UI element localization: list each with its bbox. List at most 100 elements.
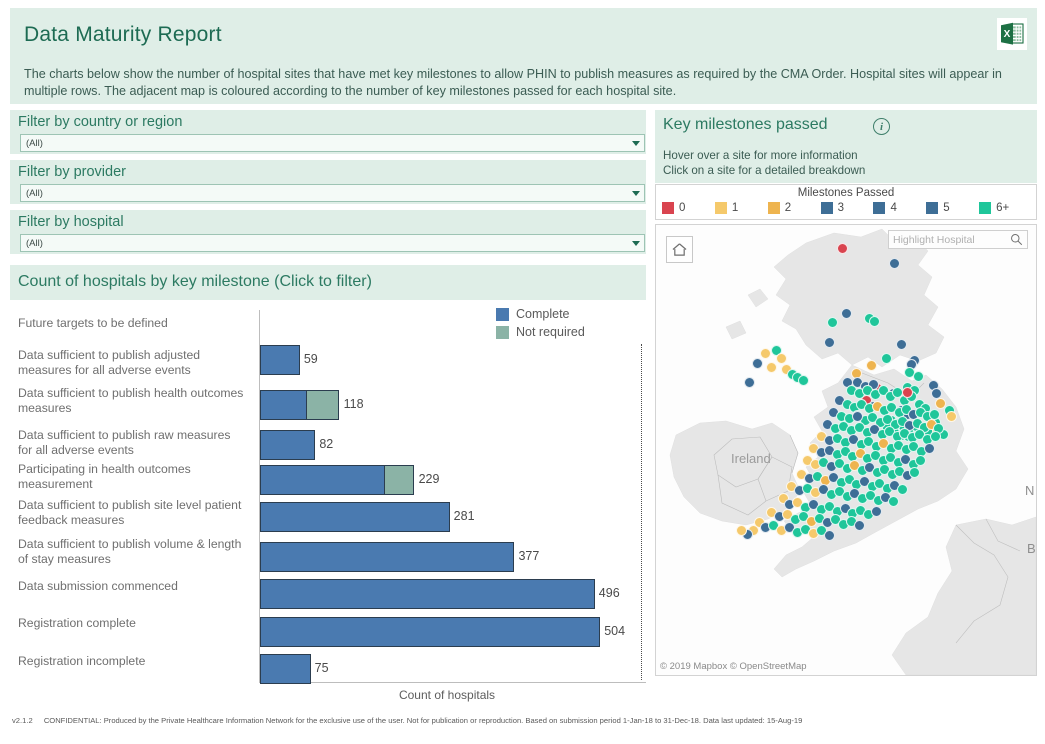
legend-label: Not required <box>516 325 585 339</box>
map-legend-swatch-icon <box>662 202 674 214</box>
chart-category-label[interactable]: Data submission commenced <box>18 579 244 594</box>
map-label-n: N <box>1025 483 1034 498</box>
map-site-dot[interactable] <box>837 243 848 254</box>
chart-category-label[interactable]: Data sufficient to publish volume & leng… <box>18 537 244 567</box>
bar-segment-complete[interactable] <box>260 502 450 532</box>
intro-description: The charts below show the number of hosp… <box>24 67 1002 98</box>
chart-category-label[interactable]: Data sufficient to publish site level pa… <box>18 498 244 528</box>
map-site-dot[interactable] <box>736 525 747 536</box>
map-site-dot[interactable] <box>896 339 907 350</box>
bar-segment-complete[interactable] <box>260 579 595 609</box>
filter-provider-select[interactable]: (All) <box>20 184 645 202</box>
chart-title-bar: Count of hospitals by key milestone (Cli… <box>10 265 646 300</box>
filter-country-region-select[interactable]: (All) <box>20 134 645 152</box>
map-site-dot[interactable] <box>824 337 835 348</box>
chart-plot-area[interactable]: Complete Not required Count of hospitals … <box>248 302 646 702</box>
filter-hospital-select[interactable]: (All) <box>20 234 645 252</box>
chart-legend-item[interactable]: Complete <box>496 307 585 321</box>
map-site-dot[interactable] <box>902 387 913 398</box>
map-site-dot[interactable] <box>913 371 924 382</box>
chevron-down-icon[interactable] <box>632 240 640 246</box>
bar-chart[interactable]: Future targets to be defined Data suffici… <box>10 302 646 702</box>
map-legend-label: 6+ <box>996 202 1010 214</box>
bar-segment-complete[interactable] <box>260 430 316 460</box>
map-label-b: B <box>1027 541 1036 556</box>
map-legend-item[interactable]: 0 <box>662 202 715 214</box>
footer-text: CONFIDENTIAL: Produced by the Private He… <box>43 716 803 725</box>
chart-category-label[interactable]: Registration incomplete <box>18 654 244 669</box>
map-legend-item[interactable]: 4 <box>873 202 926 214</box>
map-legend-item[interactable]: 2 <box>767 202 821 214</box>
chart-category-label[interactable]: Registration complete <box>18 616 244 631</box>
map-hint-line-2: Click on a site for a detailed breakdown <box>663 164 866 178</box>
map-site-dot[interactable] <box>798 375 809 386</box>
map-legend-label: 3 <box>837 202 844 214</box>
map-site-dot[interactable] <box>752 358 763 369</box>
excel-export-icon[interactable]: X <box>997 18 1027 50</box>
map-site-dot[interactable] <box>871 506 882 517</box>
map-site-dot[interactable] <box>888 496 899 507</box>
map-site-dot[interactable] <box>827 317 838 328</box>
bar-segment-complete[interactable] <box>260 617 601 647</box>
map-site-dot[interactable] <box>946 411 957 422</box>
map-canvas[interactable]: Ireland N B <box>656 225 1036 675</box>
map-site-dot[interactable] <box>909 467 920 478</box>
chart-category-label[interactable]: Future targets to be defined <box>18 316 244 331</box>
map-site-dot[interactable] <box>924 443 935 454</box>
search-icon[interactable] <box>1010 233 1023 246</box>
map-site-dot[interactable] <box>889 258 900 269</box>
map-site-dot[interactable] <box>841 308 852 319</box>
bar-segment-complete[interactable] <box>260 542 515 572</box>
excel-glyph: X <box>1001 22 1024 45</box>
bar-segment-complete[interactable] <box>260 465 385 495</box>
chart-category-labels: Future targets to be defined Data suffici… <box>10 302 248 687</box>
bar-segment-complete[interactable] <box>260 390 308 420</box>
bar-segment-complete[interactable] <box>260 345 300 375</box>
chart-category-label[interactable]: Participating in health outcomes measure… <box>18 462 244 492</box>
map-site-dot[interactable] <box>776 353 787 364</box>
chart-category-label[interactable]: Data sufficient to publish adjusted meas… <box>18 348 244 378</box>
map-legend-swatch-icon <box>873 202 886 214</box>
map-site-dot[interactable] <box>866 360 877 371</box>
map-legend: Milestones Passed 0 1 2 3 4 5 6+ <box>655 184 1037 220</box>
map-legend-swatch-icon <box>926 202 939 214</box>
map-container[interactable]: Ireland N B Highlight Hospital © 2019 Ma… <box>655 224 1037 676</box>
map-legend-swatch-icon <box>979 202 992 214</box>
reference-line <box>641 344 642 680</box>
map-site-dot[interactable] <box>852 411 863 422</box>
map-site-dot[interactable] <box>897 484 908 495</box>
chart-category-label[interactable]: Data sufficient to publish raw measures … <box>18 428 244 458</box>
map-site-dot[interactable] <box>760 348 771 359</box>
chevron-down-icon[interactable] <box>632 190 640 196</box>
chart-title: Count of hospitals by key milestone (Cli… <box>18 273 372 290</box>
bar-segment-not-required[interactable] <box>383 465 414 495</box>
bar-value-label: 281 <box>453 509 475 523</box>
map-site-dot[interactable] <box>915 455 926 466</box>
map-legend-item[interactable]: 1 <box>714 202 768 214</box>
footer-version: v2.1.2 <box>12 716 33 725</box>
highlight-hospital-search[interactable]: Highlight Hospital <box>888 230 1028 249</box>
map-site-dot[interactable] <box>854 520 865 531</box>
chevron-down-icon[interactable] <box>632 140 640 146</box>
map-title: Key milestones passed <box>663 116 828 133</box>
map-site-dot[interactable] <box>824 530 835 541</box>
map-site-dot[interactable] <box>869 316 880 327</box>
map-legend-item[interactable]: 3 <box>820 202 874 214</box>
chart-legend-item[interactable]: Not required <box>496 325 585 339</box>
map-legend-items: 0 1 2 3 4 5 6+ <box>662 202 1032 214</box>
map-legend-item[interactable]: 5 <box>926 202 979 214</box>
chart-category-label[interactable]: Data sufficient to publish health outcom… <box>18 386 244 416</box>
map-site-dot[interactable] <box>881 353 892 364</box>
map-home-button[interactable] <box>666 236 693 263</box>
map-legend-item[interactable]: 6+ <box>979 202 1032 214</box>
legend-label: Complete <box>516 307 570 321</box>
bar-segment-complete[interactable] <box>260 654 311 684</box>
map-site-dot[interactable] <box>744 377 755 388</box>
info-icon[interactable]: i <box>873 118 890 135</box>
bar-value-label: 504 <box>604 624 626 638</box>
map-site-dot[interactable] <box>930 431 941 442</box>
map-site-dot[interactable] <box>766 362 777 373</box>
bar-segment-not-required[interactable] <box>306 390 339 420</box>
map-header-panel: Key milestones passed i Hover over a sit… <box>655 110 1037 183</box>
footer: v2.1.2 CONFIDENTIAL: Produced by the Pri… <box>12 716 1032 725</box>
